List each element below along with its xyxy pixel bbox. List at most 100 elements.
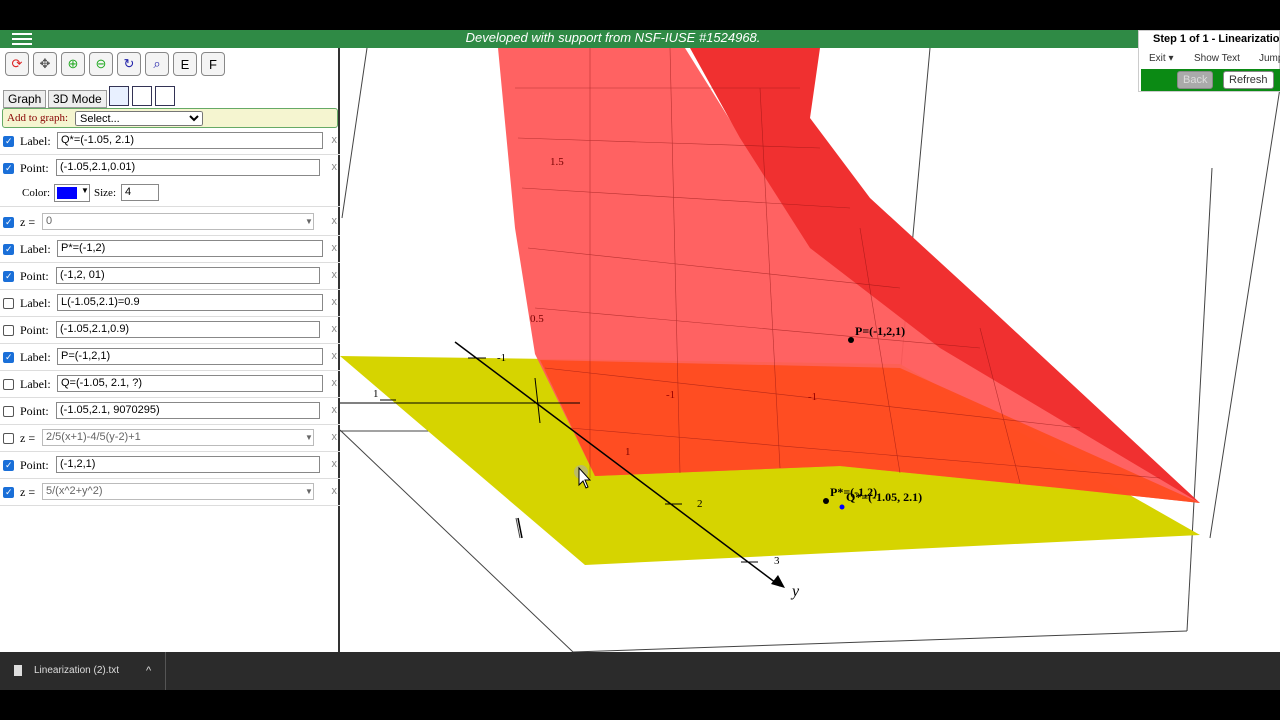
visibility-checkbox[interactable]	[3, 136, 14, 147]
expression-row: Point: (-1,2,1) x	[0, 452, 340, 479]
expression-input[interactable]: Q=(-1.05, 2.1, ?)	[57, 375, 323, 392]
row-kind-label: Label:	[20, 242, 51, 256]
show-text-menu[interactable]: Show Text	[1194, 53, 1240, 64]
graph-button[interactable]: Graph	[3, 90, 47, 108]
grid-icon[interactable]	[132, 86, 152, 106]
remove-icon[interactable]: x	[332, 404, 338, 416]
visibility-checkbox[interactable]	[3, 487, 14, 498]
add-to-graph-select[interactable]: Select...	[75, 111, 203, 126]
remove-icon[interactable]: x	[332, 377, 338, 389]
point-Pstar[interactable]	[823, 498, 829, 504]
expression-input[interactable]: P=(-1,2,1)	[57, 348, 323, 365]
3d-mode-button[interactable]: 3D Mode	[48, 90, 107, 108]
visibility-checkbox[interactable]	[3, 433, 14, 444]
expression-input[interactable]: P*=(-1,2)	[57, 240, 323, 257]
visibility-checkbox[interactable]	[3, 325, 14, 336]
zoom-out-icon[interactable]: ⊖	[89, 52, 113, 76]
reset-icon[interactable]: ⟳	[5, 52, 29, 76]
color-picker[interactable]: ▼	[54, 184, 90, 202]
expression-input[interactable]: Q*=(-1.05, 2.1)	[57, 132, 323, 149]
grid-axes-icon[interactable]	[155, 86, 175, 106]
tick-y-2: 2	[697, 498, 703, 510]
dropdown-arrow-icon[interactable]: ▼	[304, 483, 314, 500]
point-P[interactable]	[848, 337, 854, 343]
remove-icon[interactable]: x	[332, 323, 338, 335]
f-button[interactable]: F	[201, 52, 225, 76]
remove-icon[interactable]: x	[332, 161, 338, 173]
remove-icon[interactable]: x	[332, 296, 338, 308]
expression-row: z = 0▼ x	[0, 209, 340, 236]
rotate-icon[interactable]: ↻	[117, 52, 141, 76]
expression-row: Label: P*=(-1,2) x	[0, 236, 340, 263]
visibility-checkbox[interactable]	[3, 217, 14, 228]
expression-input[interactable]: (-1.05,2.1,0.01)	[56, 159, 320, 176]
expression-input[interactable]: (-1,2, 01)	[56, 267, 320, 284]
tick-z-0-5: 0.5	[530, 313, 544, 325]
remove-icon[interactable]: x	[332, 215, 338, 227]
jump-menu[interactable]: Jump	[1259, 53, 1280, 64]
step-panel: Step 1 of 1 - Linearization Exit ▾ Show …	[1138, 30, 1280, 92]
row-kind-label: Label:	[20, 377, 51, 391]
e-button[interactable]: E	[173, 52, 197, 76]
remove-icon[interactable]: x	[332, 485, 338, 497]
size-input[interactable]: 4	[121, 184, 159, 201]
dropdown-arrow-icon[interactable]: ▼	[304, 213, 314, 230]
tick-surface-neg1a: -1	[666, 389, 675, 401]
visibility-checkbox[interactable]	[3, 379, 14, 390]
expression-row: Label: Q*=(-1.05, 2.1) x	[0, 128, 340, 155]
expression-row: z = 2/5(x+1)-4/5(y-2)+1 ▼ x	[0, 425, 340, 452]
grid-dense-icon[interactable]	[109, 86, 129, 106]
visibility-checkbox[interactable]	[3, 460, 14, 471]
expression-input[interactable]: (-1.05,2.1, 9070295)	[56, 402, 320, 419]
visibility-checkbox[interactable]	[3, 163, 14, 174]
chevron-up-icon[interactable]: ^	[146, 652, 151, 690]
refresh-button[interactable]: Refresh	[1223, 71, 1274, 89]
label-Qstar: Q*=(-1.05, 2.1)	[846, 490, 922, 504]
remove-icon[interactable]: x	[332, 458, 338, 470]
visibility-checkbox[interactable]	[3, 352, 14, 363]
back-button[interactable]: Back	[1177, 71, 1214, 89]
expression-input[interactable]: L(-1.05,2.1)=0.9	[57, 294, 323, 311]
dropdown-arrow-icon[interactable]: ▼	[304, 429, 314, 446]
tick-y-neg1: -1	[497, 352, 506, 364]
exit-menu[interactable]: Exit ▾	[1149, 53, 1173, 64]
remove-icon[interactable]: x	[332, 242, 338, 254]
remove-icon[interactable]: x	[332, 134, 338, 146]
app-window: Developed with support from NSF-IUSE #15…	[0, 30, 1280, 652]
zoom-in-icon[interactable]: ⊕	[61, 52, 85, 76]
tick-x-1: 1	[373, 388, 379, 400]
visibility-checkbox[interactable]	[3, 298, 14, 309]
add-to-graph-bar: Add to graph: Select...	[2, 108, 338, 128]
expression-input[interactable]: (-1.05,2.1,0.9)	[56, 321, 320, 338]
visibility-checkbox[interactable]	[3, 244, 14, 255]
expression-row: Label: P=(-1,2,1) x	[0, 344, 340, 371]
file-icon	[14, 665, 22, 676]
expression-input[interactable]: 0	[42, 213, 314, 230]
remove-icon[interactable]: x	[332, 350, 338, 362]
expression-input[interactable]: (-1,2,1)	[56, 456, 320, 473]
y-axis-label: y	[790, 583, 800, 600]
pan-icon[interactable]: ✥	[33, 52, 57, 76]
point-Qstar[interactable]	[839, 504, 845, 510]
graph-canvas[interactable]: -1 1 2 3 1.5 0.5 1 -1 -1 y P=(-1,2,1) P*…	[340, 48, 1280, 652]
expression-row: Point: (-1.05,2.1,0.9) x	[0, 317, 340, 344]
expression-row: Label: Q=(-1.05, 2.1, ?) x	[0, 371, 340, 398]
visibility-checkbox[interactable]	[3, 406, 14, 417]
download-filename: Linearization (2).txt	[34, 665, 120, 676]
download-item[interactable]: Linearization (2).txt ^	[0, 652, 166, 690]
remove-icon[interactable]: x	[332, 431, 338, 443]
row-kind-label: Label:	[20, 134, 51, 148]
row-kind-label: z =	[20, 215, 36, 229]
remove-icon[interactable]: x	[332, 269, 338, 281]
expression-panel: ⟳ ✥ ⊕ ⊖ ↻ ⌕ E F Graph 3D Mode Add to gra…	[0, 48, 340, 652]
expression-row: Point: (-1,2, 01) x	[0, 263, 340, 290]
expression-row: Point: (-1.05,2.1,0.01) x Color:▼ Size: 4	[0, 155, 340, 207]
expression-input[interactable]: 5/(x^2+y^2)	[42, 483, 314, 500]
row-kind-label: Point:	[20, 269, 49, 283]
search-icon[interactable]: ⌕	[145, 52, 169, 76]
row-kind-label: z =	[20, 485, 36, 499]
expression-input[interactable]: 2/5(x+1)-4/5(y-2)+1	[42, 429, 314, 446]
row-kind-label: Point:	[20, 458, 49, 472]
support-banner: Developed with support from NSF-IUSE #15…	[465, 30, 761, 45]
visibility-checkbox[interactable]	[3, 271, 14, 282]
